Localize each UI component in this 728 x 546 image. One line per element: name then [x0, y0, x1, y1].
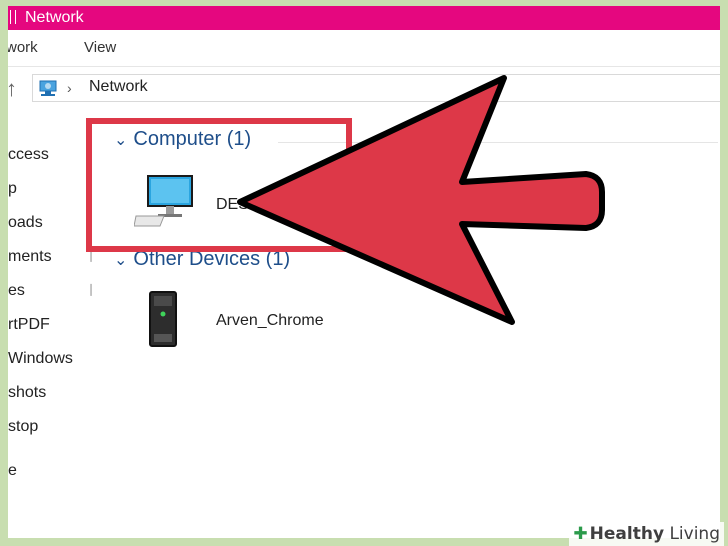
tab-view[interactable]: View: [84, 39, 116, 56]
window-title: Network: [25, 9, 84, 26]
plus-icon: ✚: [573, 524, 588, 544]
nav-item-desktop[interactable]: p: [8, 180, 17, 198]
nav-item-quick-access[interactable]: ccess: [8, 146, 49, 164]
network-icon: [39, 80, 57, 96]
tab-network[interactable]: work: [8, 39, 38, 56]
watermark-suffix: Living: [664, 524, 720, 544]
item-device-name[interactable]: Arven_Chrome: [216, 312, 324, 330]
quick-access-toolbar-icon[interactable]: [10, 10, 16, 24]
pin-icon: ❘: [86, 282, 97, 296]
chevron-down-icon[interactable]: ⌄: [114, 250, 127, 270]
nav-item-screenshots[interactable]: shots: [8, 384, 46, 402]
media-device-icon[interactable]: [148, 290, 178, 348]
nav-item-downloads[interactable]: oads: [8, 214, 43, 232]
watermark: ✚ Healthy Living: [569, 522, 724, 546]
up-arrow-icon[interactable]: ↑: [8, 76, 17, 102]
nav-item-windows[interactable]: Windows: [8, 350, 73, 368]
address-location: Network: [89, 78, 148, 95]
nav-item-cutepdf[interactable]: rtPDF: [8, 316, 50, 334]
nav-item-desktop-2[interactable]: stop: [8, 418, 38, 436]
address-bar: ↑ › Network: [8, 68, 720, 108]
nav-item-onedrive[interactable]: e: [8, 462, 17, 480]
address-field[interactable]: › Network: [32, 74, 720, 102]
ribbon-tabs: work View: [8, 30, 720, 67]
title-bar: Network: [8, 6, 720, 30]
nav-item-pictures[interactable]: es: [8, 282, 25, 300]
chevron-right-icon[interactable]: ›: [67, 80, 72, 96]
nav-item-documents[interactable]: ments: [8, 248, 52, 266]
watermark-prefix: Healthy: [589, 524, 665, 544]
explorer-window: Network work View ↑ › Network ccess ❘ p …: [8, 6, 720, 538]
annotation-highlight-box: [86, 118, 352, 252]
